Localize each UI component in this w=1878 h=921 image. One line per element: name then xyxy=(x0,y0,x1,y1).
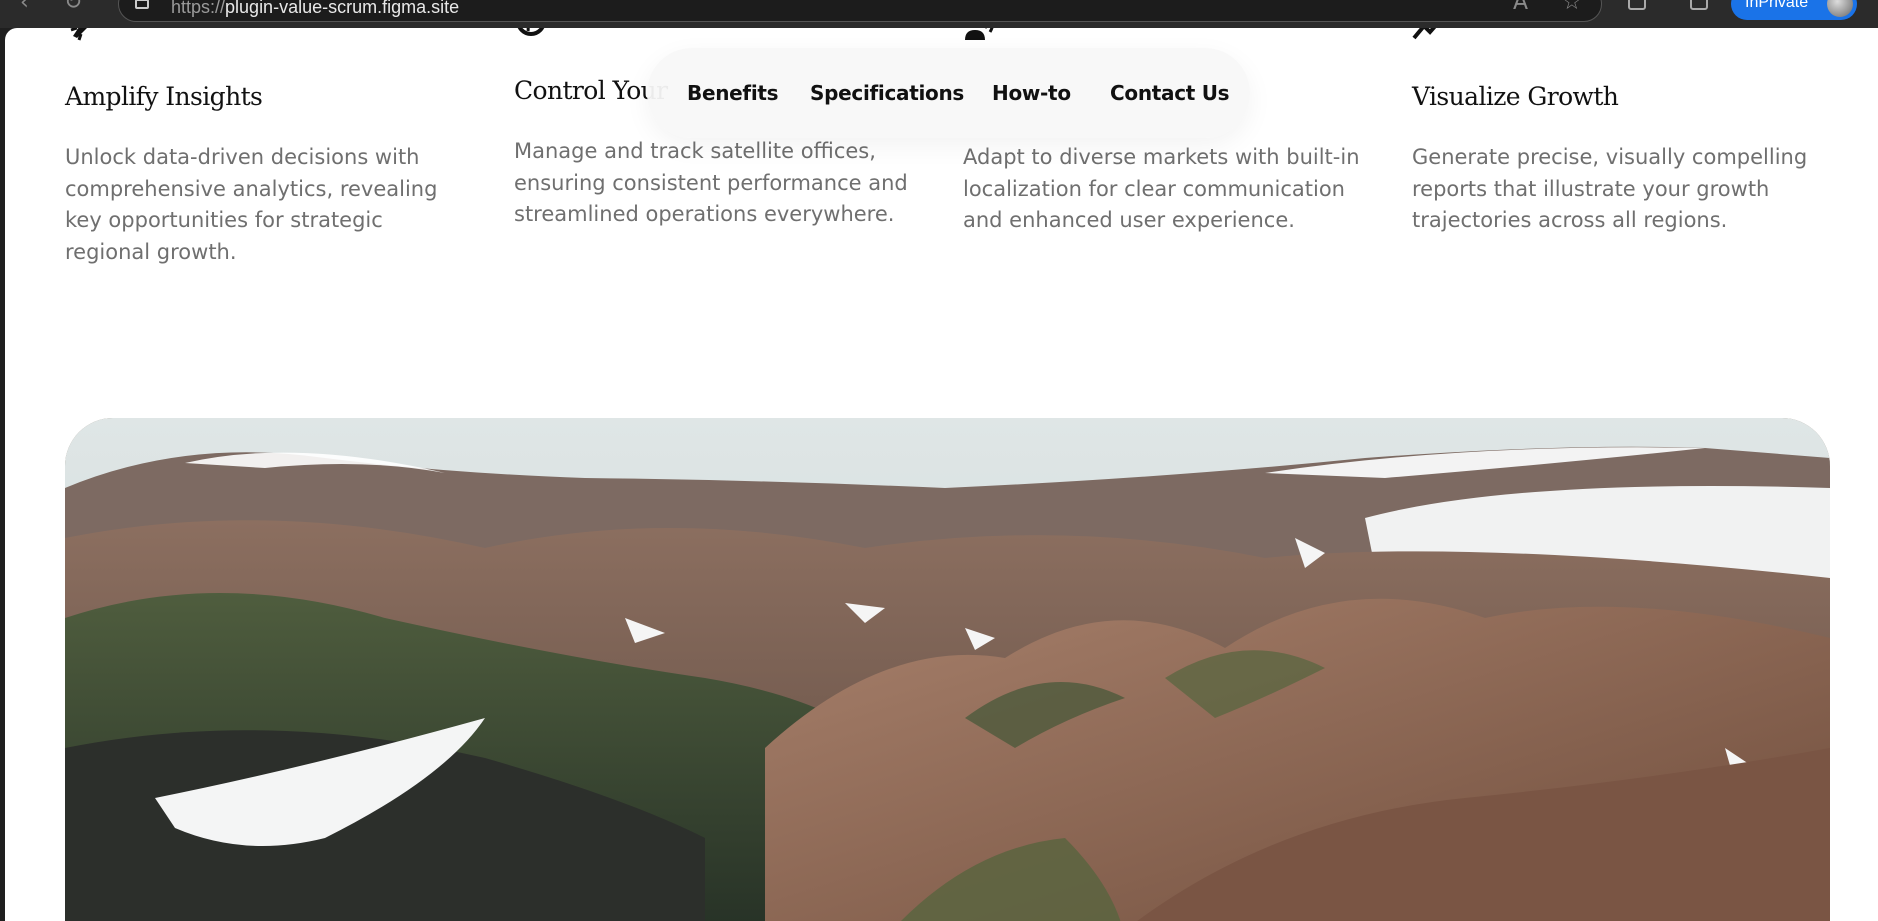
nav-link-contact-us[interactable]: Contact Us xyxy=(1110,81,1230,105)
feature-description: Generate precise, visually compelling re… xyxy=(1412,145,1808,232)
feature-description: Unlock data-driven decisions with compre… xyxy=(65,145,438,264)
nav-link-specifications[interactable]: Specifications xyxy=(810,81,964,105)
speaking-person-icon xyxy=(965,28,994,40)
extensions-icon[interactable] xyxy=(1628,0,1646,10)
hero-image-mountains xyxy=(65,418,1830,921)
feature-title: Amplify Insights xyxy=(65,82,263,111)
inprivate-badge[interactable]: InPrivate xyxy=(1731,0,1857,20)
feature-title: Control Your xyxy=(514,76,668,105)
back-icon[interactable]: ‹ xyxy=(20,0,29,15)
inprivate-label: InPrivate xyxy=(1745,0,1809,11)
globe-icon xyxy=(517,28,545,36)
nav-link-how-to[interactable]: How-to xyxy=(992,81,1071,105)
lock-icon xyxy=(135,0,149,9)
feature-description: Adapt to diverse markets with built-in l… xyxy=(963,145,1360,232)
avatar[interactable] xyxy=(1827,0,1853,17)
address-url: https://plugin-value-scrum.figma.site xyxy=(171,0,460,17)
browser-toolbar: ‹ ↻ https://plugin-value-scrum.figma.sit… xyxy=(0,0,1878,28)
rocket-icon xyxy=(70,28,87,41)
read-aloud-icon[interactable]: A xyxy=(1513,0,1528,15)
floating-nav: Benefits Specifications How-to Contact U… xyxy=(647,48,1250,138)
refresh-icon[interactable]: ↻ xyxy=(64,0,82,15)
feature-description: Manage and track satellite offices, ensu… xyxy=(514,139,908,226)
nav-link-benefits[interactable]: Benefits xyxy=(687,81,779,105)
address-bar[interactable]: https://plugin-value-scrum.figma.site xyxy=(118,0,1602,22)
page-content: Amplify Insights Unlock data-driven deci… xyxy=(5,28,1878,921)
favorites-list-icon[interactable] xyxy=(1690,0,1708,10)
favorite-star-icon[interactable]: ☆ xyxy=(1562,0,1582,15)
mountain-landscape-image xyxy=(65,418,1830,921)
feature-title: Visualize Growth xyxy=(1412,82,1619,111)
trend-up-icon xyxy=(1412,28,1437,40)
